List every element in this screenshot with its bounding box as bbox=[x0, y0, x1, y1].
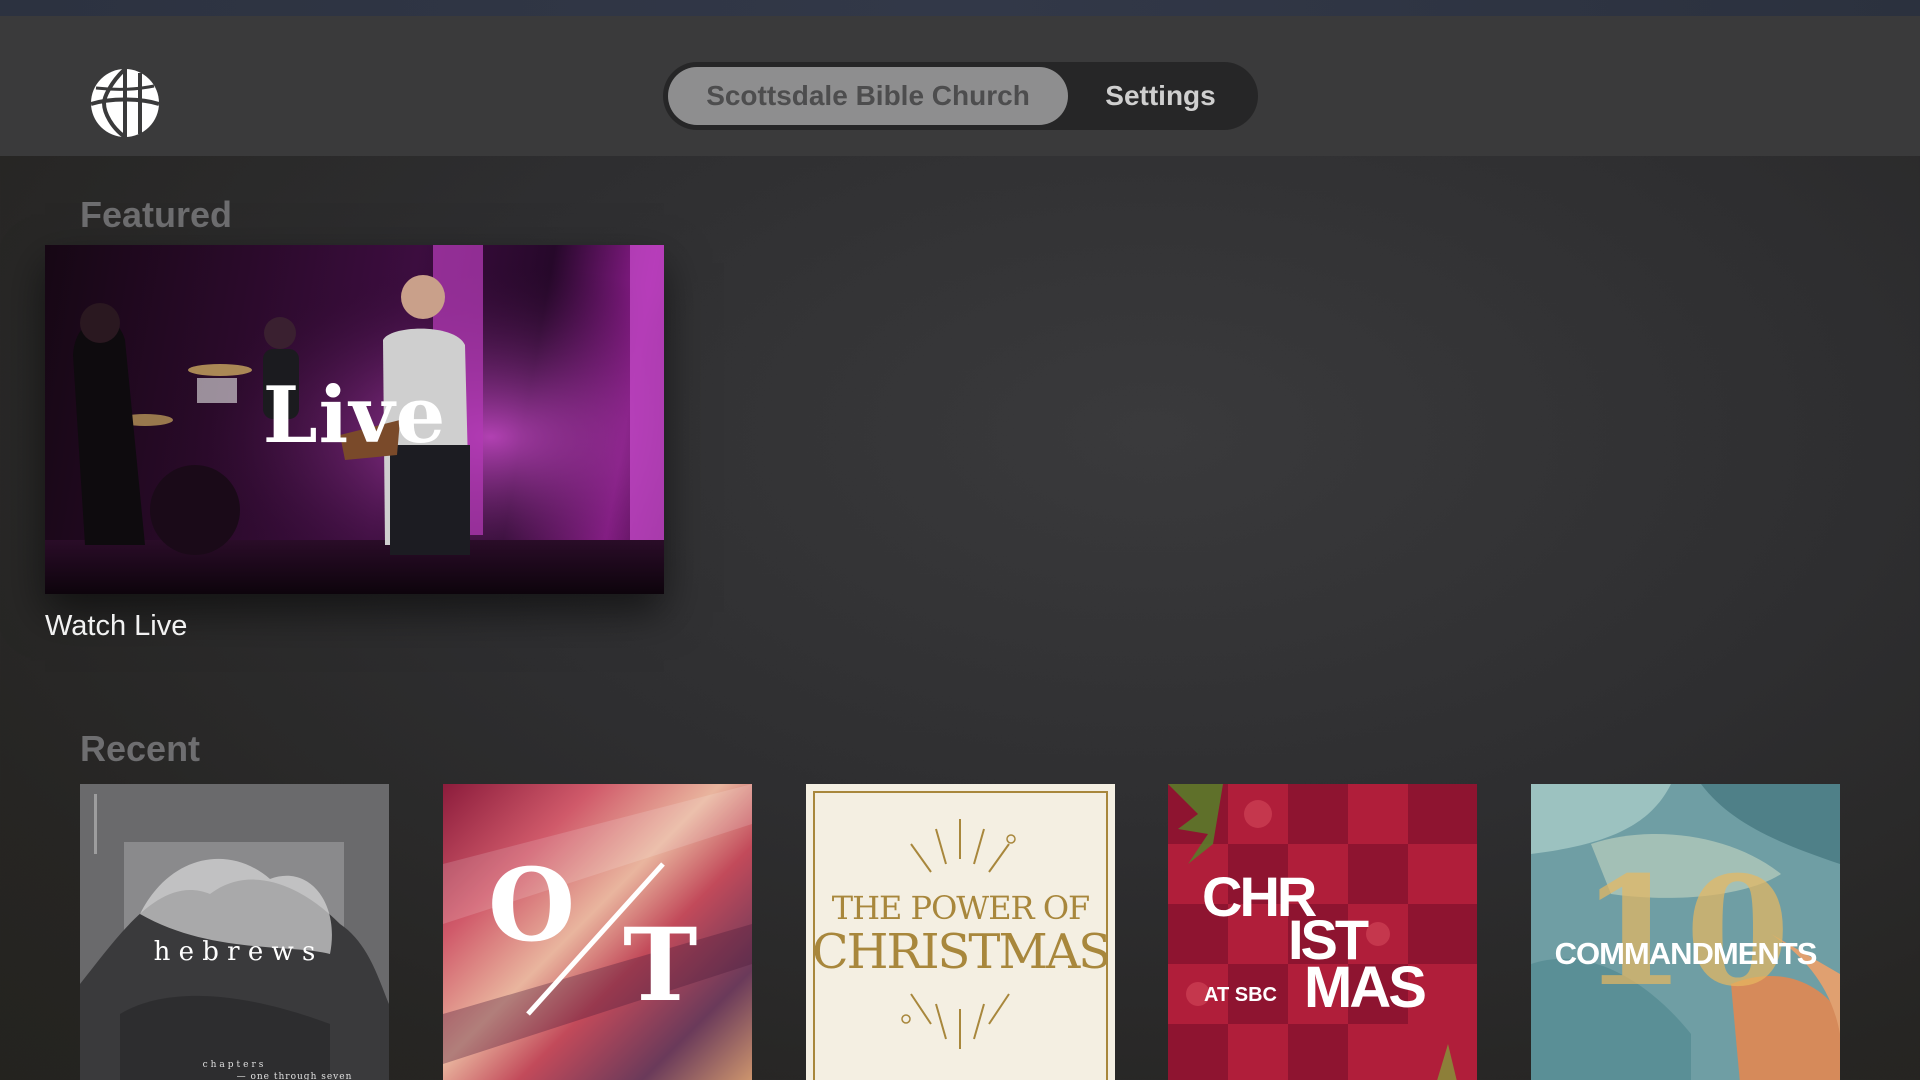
series-tile-power-of-christmas[interactable]: THE POWER OF CHRISTMAS bbox=[806, 784, 1115, 1080]
power-of-christmas-text-2: CHRISTMAS bbox=[811, 924, 1111, 980]
christmas-text-at-sbc: AT SBC bbox=[1204, 984, 1277, 1006]
tab-scottsdale-bible-church[interactable]: Scottsdale Bible Church bbox=[668, 67, 1068, 125]
featured-section-title: Featured bbox=[80, 194, 233, 235]
recent-series-row: h e b r e w s chapters — one through sev… bbox=[80, 784, 1840, 1080]
commandments-text-10: 10 bbox=[1581, 844, 1790, 1020]
series-tile-10-commandments[interactable]: 10 COMMANDMENTS bbox=[1531, 784, 1840, 1080]
series-tile-hebrews[interactable]: h e b r e w s chapters — one through sev… bbox=[80, 784, 389, 1080]
series-tile-christmas-at-sbc[interactable]: CHR IST MAS AT SBC bbox=[1168, 784, 1477, 1080]
hebrews-sub-text-2: — one through seven bbox=[236, 1072, 353, 1080]
watch-live-caption: Watch Live bbox=[45, 610, 188, 642]
commandments-text: COMMANDMENTS bbox=[1554, 936, 1818, 971]
power-of-christmas-text-1: THE POWER OF bbox=[831, 889, 1091, 927]
live-artwork-text: Live bbox=[262, 370, 447, 461]
hebrews-artwork-text: h e b r e w s bbox=[153, 937, 316, 967]
top-tab-bar: Scottsdale Bible Church Settings bbox=[663, 62, 1258, 130]
tab-settings[interactable]: Settings bbox=[1068, 67, 1253, 125]
top-edge-strip bbox=[0, 0, 1920, 16]
watch-live-card[interactable]: Live bbox=[45, 245, 664, 594]
top-navigation-bar: Scottsdale Bible Church Settings bbox=[0, 16, 1920, 156]
hebrews-sub-text: chapters bbox=[202, 1060, 267, 1070]
recent-section-title: Recent bbox=[80, 728, 201, 769]
church-logo-icon bbox=[90, 67, 160, 139]
series-tile-old-testament[interactable]: O T bbox=[443, 784, 752, 1080]
ot-artwork-text-t: T bbox=[623, 906, 698, 1024]
